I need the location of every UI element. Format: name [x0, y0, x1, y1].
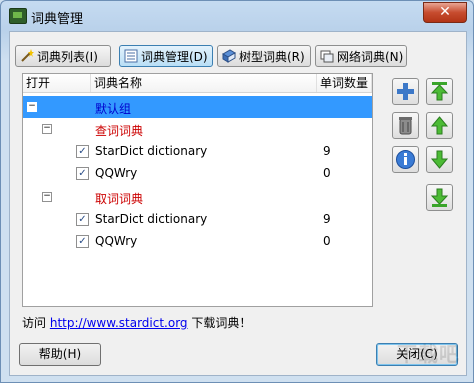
dictionary-row[interactable]: ✓ StarDict dictionary 9	[23, 140, 372, 162]
enable-checkbox[interactable]: ✓	[76, 145, 89, 158]
tree-row-lookup-group[interactable]: − 查词词典	[23, 118, 372, 140]
info-icon	[396, 150, 415, 169]
group-label: 查词词典	[95, 124, 144, 138]
delete-icon	[399, 117, 412, 135]
move-bottom-icon	[430, 188, 449, 207]
dictionary-name: QQWry	[95, 166, 138, 180]
tree-row-default-group[interactable]: − 默认组	[23, 96, 372, 118]
tree-row-capture-group[interactable]: − 取词词典	[23, 186, 372, 208]
dictionary-info-button[interactable]	[392, 146, 419, 173]
book-icon	[222, 49, 236, 63]
watermark: 下载吧	[397, 342, 460, 366]
add-dictionary-button[interactable]	[392, 78, 419, 105]
dictionary-name: QQWry	[95, 234, 138, 248]
download-hint: 访问 http://www.stardict.org 下载词典！	[22, 314, 251, 331]
help-button[interactable]: 帮助(H)	[19, 343, 101, 366]
move-top-icon	[430, 82, 449, 101]
dialog-body: 词典列表(I) 词典管理(D) 树型词典(R) 网络词典(N) 打开 词典名称 …	[9, 31, 467, 376]
move-to-top-button[interactable]	[426, 78, 453, 105]
hint-suffix: 下载词典！	[191, 316, 252, 330]
collapse-toggle[interactable]: −	[27, 102, 37, 112]
add-icon	[397, 83, 414, 100]
collapse-toggle[interactable]: −	[42, 124, 52, 134]
dictionary-row[interactable]: ✓ StarDict dictionary 9	[23, 208, 372, 230]
collapse-toggle[interactable]: −	[42, 192, 52, 202]
list-icon	[124, 49, 138, 63]
group-label: 默认组	[95, 102, 132, 116]
tab-network-dictionary[interactable]: 网络词典(N)	[315, 45, 407, 67]
windows-icon	[320, 50, 334, 63]
word-count: 0	[323, 166, 331, 180]
word-count: 9	[323, 144, 331, 158]
dictionary-name: StarDict dictionary	[95, 212, 208, 226]
tab-label: 网络词典(N)	[337, 49, 404, 64]
enable-checkbox[interactable]: ✓	[76, 235, 89, 248]
tab-dictionary-manage[interactable]: 词典管理(D)	[119, 45, 213, 67]
move-down-icon	[430, 150, 449, 169]
tab-dictionary-list[interactable]: 词典列表(I)	[15, 45, 111, 67]
enable-checkbox[interactable]: ✓	[76, 167, 89, 180]
hint-prefix: 访问	[22, 316, 47, 330]
window-close-button[interactable]: ✕	[423, 2, 467, 23]
tab-label: 树型词典(R)	[239, 49, 305, 64]
tab-tree-dictionary[interactable]: 树型词典(R)	[217, 45, 311, 67]
tab-label: 词典列表(I)	[37, 49, 98, 64]
dictionary-tree-list[interactable]: 打开 词典名称 单词数量 − 默认组 − 查词词典 ✓ StarDict dic…	[22, 73, 373, 307]
column-header-count[interactable]: 单词数量	[317, 74, 372, 92]
move-to-bottom-button[interactable]	[426, 184, 453, 211]
tab-label: 词典管理(D)	[141, 49, 208, 64]
app-icon	[9, 8, 27, 24]
column-header-open[interactable]: 打开	[23, 74, 91, 92]
move-down-button[interactable]	[426, 146, 453, 173]
dictionary-name: StarDict dictionary	[95, 144, 208, 158]
title-bar[interactable]: 词典管理 ✕	[1, 1, 473, 31]
window-title: 词典管理	[31, 12, 84, 27]
enable-checkbox[interactable]: ✓	[76, 213, 89, 226]
move-up-icon	[430, 116, 449, 135]
dictionary-manager-window: 词典管理 ✕ 词典列表(I) 词典管理(D) 树型词典(R) 网络词典(N) 打…	[0, 0, 474, 383]
move-up-button[interactable]	[426, 112, 453, 139]
word-count: 9	[323, 212, 331, 226]
list-header: 打开 词典名称 单词数量	[23, 74, 372, 93]
stardict-link[interactable]: http://www.stardict.org	[50, 316, 188, 330]
wand-icon	[21, 49, 34, 62]
dictionary-row[interactable]: ✓ QQWry 0	[23, 162, 372, 184]
dictionary-row[interactable]: ✓ QQWry 0	[23, 230, 372, 252]
column-header-name[interactable]: 词典名称	[91, 74, 317, 92]
word-count: 0	[323, 234, 331, 248]
delete-dictionary-button[interactable]	[392, 112, 419, 139]
group-label: 取词词典	[95, 192, 144, 206]
